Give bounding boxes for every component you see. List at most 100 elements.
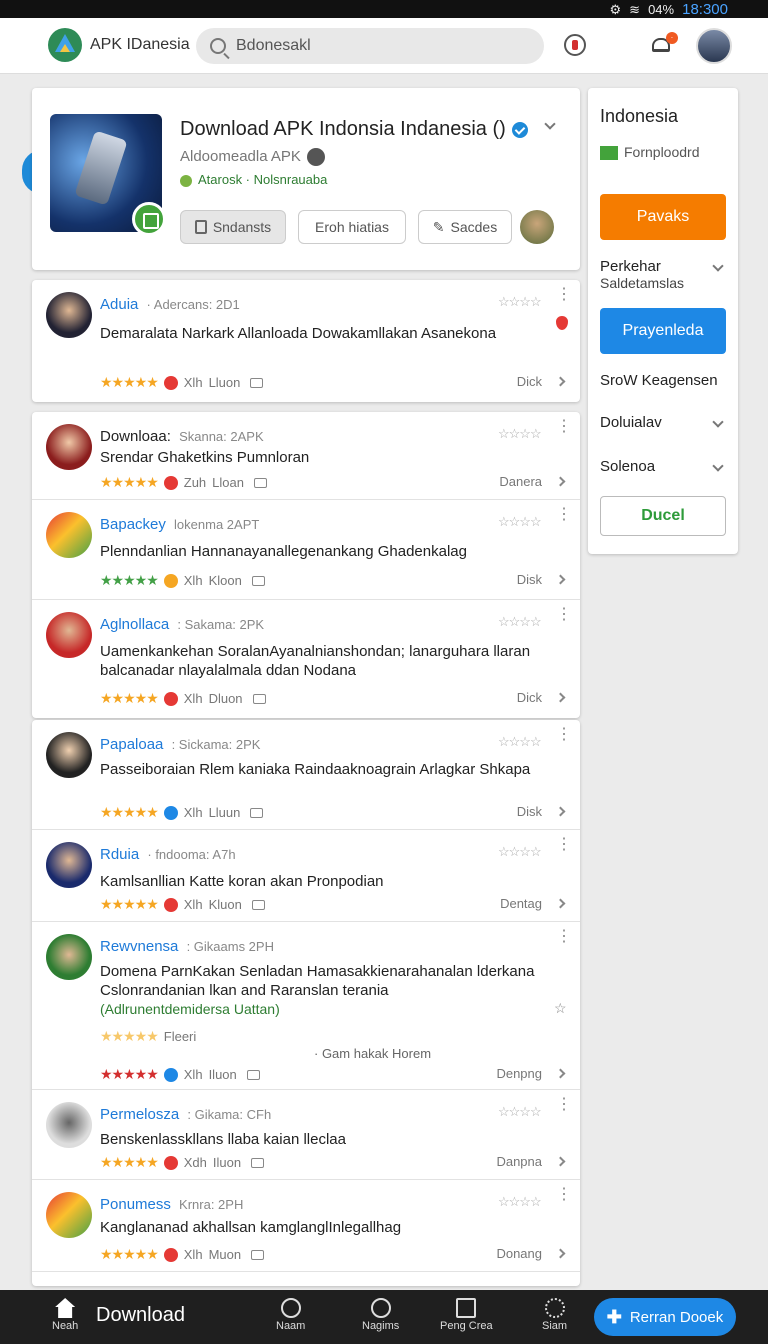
comment-icon[interactable]	[251, 899, 265, 910]
reviewer-name[interactable]: Aglnollaca : Sakama: 2PK	[100, 616, 264, 633]
review-action-label[interactable]: Disk	[517, 572, 542, 587]
comment-icon[interactable]	[250, 807, 264, 818]
comment-icon[interactable]	[250, 377, 264, 388]
reviewer-name[interactable]: Aduia · Adercans: 2D1	[100, 296, 240, 313]
chevron-right-icon[interactable]	[555, 1156, 566, 1167]
reviewer-avatar[interactable]	[46, 732, 92, 778]
search-box[interactable]	[196, 28, 544, 64]
reviewer-name[interactable]: Rduia · fndooma: A7h	[100, 846, 236, 863]
favorite-star-icon[interactable]: ☆	[554, 1000, 567, 1017]
standards-button[interactable]: Sndansts	[180, 210, 286, 244]
review-action-label[interactable]: Disk	[517, 804, 542, 819]
more-options-icon[interactable]: ⋮	[556, 287, 572, 303]
comment-icon[interactable]	[252, 693, 266, 704]
nav-home[interactable]: Neah	[52, 1298, 78, 1332]
chevron-right-icon[interactable]	[555, 574, 566, 585]
chevron-down-icon[interactable]	[544, 118, 556, 130]
chevron-right-icon[interactable]	[555, 1068, 566, 1079]
chevron-down-icon[interactable]	[712, 460, 724, 472]
more-options-icon[interactable]: ⋮	[556, 929, 572, 945]
developer-avatar[interactable]	[520, 210, 554, 244]
rating-button[interactable]: Eroh hiatias	[298, 210, 406, 244]
review-action-label[interactable]: Dick	[517, 374, 542, 389]
reviewer-avatar[interactable]	[46, 934, 92, 980]
badge-icon	[163, 573, 178, 588]
comment-icon[interactable]	[251, 575, 265, 586]
chevron-right-icon[interactable]	[555, 806, 566, 817]
nav-item-2[interactable]: Naam	[276, 1298, 305, 1332]
user-avatar[interactable]	[696, 28, 732, 64]
review-footer-label: ★★★★★ Fleeri	[100, 1028, 197, 1044]
book-icon	[194, 220, 207, 234]
reviewer-name[interactable]: Ponumess Krnra: 2PH	[100, 1196, 243, 1213]
reviewer-name[interactable]: Rewvnensa : Gikaams 2PH	[100, 938, 274, 955]
more-options-icon[interactable]: ⋮	[556, 837, 572, 853]
review-footer: ★★★★★ Zuh Lloan	[100, 474, 267, 491]
review-action-label[interactable]: Dentag	[500, 896, 542, 911]
more-options-icon[interactable]: ⋮	[556, 1097, 572, 1113]
reviewer-avatar[interactable]	[46, 512, 92, 558]
review-action-label[interactable]: Danera	[499, 474, 542, 489]
primary-orange-button[interactable]: Pavaks	[600, 194, 726, 240]
rating-stars: ★★★★★	[100, 1066, 159, 1082]
comment-icon[interactable]	[246, 1069, 260, 1080]
comment-icon[interactable]	[253, 477, 267, 488]
chevron-right-icon[interactable]	[555, 1248, 566, 1259]
reviewer-name[interactable]: Downloaa: Skanna: 2APK	[100, 428, 264, 445]
comment-icon[interactable]	[251, 1249, 265, 1260]
side-dropdown-1[interactable]: Perkehar Saldetamslas	[600, 258, 726, 291]
outline-button[interactable]: Ducel	[600, 496, 726, 536]
chevron-right-icon[interactable]	[555, 376, 566, 387]
reviewer-name[interactable]: Permelosza : Gikama: CFh	[100, 1106, 271, 1123]
more-options-icon[interactable]: ⋮	[556, 727, 572, 743]
side-dropdown-2[interactable]: Doluialav	[600, 414, 726, 431]
review-action-label[interactable]: Denpng	[496, 1066, 542, 1081]
app-logo-icon[interactable]	[48, 28, 82, 62]
record-icon	[370, 1298, 391, 1318]
brand-name[interactable]: APK IDanesia	[90, 36, 190, 54]
side-title: Indonesia	[600, 106, 679, 126]
reviewer-avatar[interactable]	[46, 842, 92, 888]
review-action-label[interactable]: Danpna	[496, 1154, 542, 1169]
rating-stars-outline: ☆☆☆☆	[498, 844, 542, 859]
review-text: Kamlsanllian Katte koran akan Pronpodian	[100, 873, 384, 890]
rating-stars: ★★★★★	[100, 690, 159, 706]
chevron-right-icon[interactable]	[555, 898, 566, 909]
primary-blue-button[interactable]: Prayenleda	[600, 308, 726, 354]
chevron-right-icon[interactable]	[555, 692, 566, 703]
reviewer-name[interactable]: Papaloaa : Sickama: 2PK	[100, 736, 260, 753]
more-options-icon[interactable]: ⋮	[556, 507, 572, 523]
reviewer-avatar[interactable]	[46, 612, 92, 658]
reviewer-avatar[interactable]	[46, 1102, 92, 1148]
chevron-down-icon[interactable]	[712, 416, 724, 428]
side-dropdown-3[interactable]: Solenoa	[600, 458, 726, 475]
review-action-label[interactable]: Donang	[496, 1246, 542, 1261]
edit-icon[interactable]	[132, 202, 166, 236]
nav-item-3[interactable]: Nagims	[362, 1298, 399, 1332]
fab-button[interactable]: ✚ Rerran Dooek	[594, 1298, 736, 1336]
more-options-icon[interactable]: ⋮	[556, 607, 572, 623]
checkbox-icon[interactable]	[600, 146, 618, 161]
notification-bell-icon[interactable]: ·	[652, 32, 678, 60]
share-button[interactable]: ✎ Sacdes	[418, 210, 512, 244]
comment-icon[interactable]	[251, 1157, 265, 1168]
review-action-label[interactable]: Dick	[517, 690, 542, 705]
search-input[interactable]	[236, 37, 516, 55]
rating-stars-outline: ☆☆☆☆	[498, 734, 542, 749]
alert-icon[interactable]	[564, 34, 586, 56]
nav-download-label[interactable]: Download	[96, 1304, 185, 1327]
side-item[interactable]: SroW Keagensen	[600, 372, 726, 389]
chevron-right-icon[interactable]	[555, 476, 566, 487]
reviewer-avatar[interactable]	[46, 292, 92, 338]
nav-item-5[interactable]: Siam	[542, 1298, 567, 1332]
reviewer-avatar[interactable]	[46, 424, 92, 470]
app-subtitle: Aldoomeadla APK	[180, 148, 325, 167]
download-checkbox[interactable]: Fornploodrd	[600, 144, 700, 161]
reviewer-name[interactable]: Bapackey lokenma 2APT	[100, 516, 259, 533]
reviewer-avatar[interactable]	[46, 1192, 92, 1238]
more-options-icon[interactable]: ⋮	[556, 1187, 572, 1203]
home-icon	[55, 1298, 76, 1318]
chevron-down-icon[interactable]	[712, 260, 724, 272]
more-options-icon[interactable]: ⋮	[556, 419, 572, 435]
nav-item-4[interactable]: Peng Crea	[440, 1298, 493, 1332]
